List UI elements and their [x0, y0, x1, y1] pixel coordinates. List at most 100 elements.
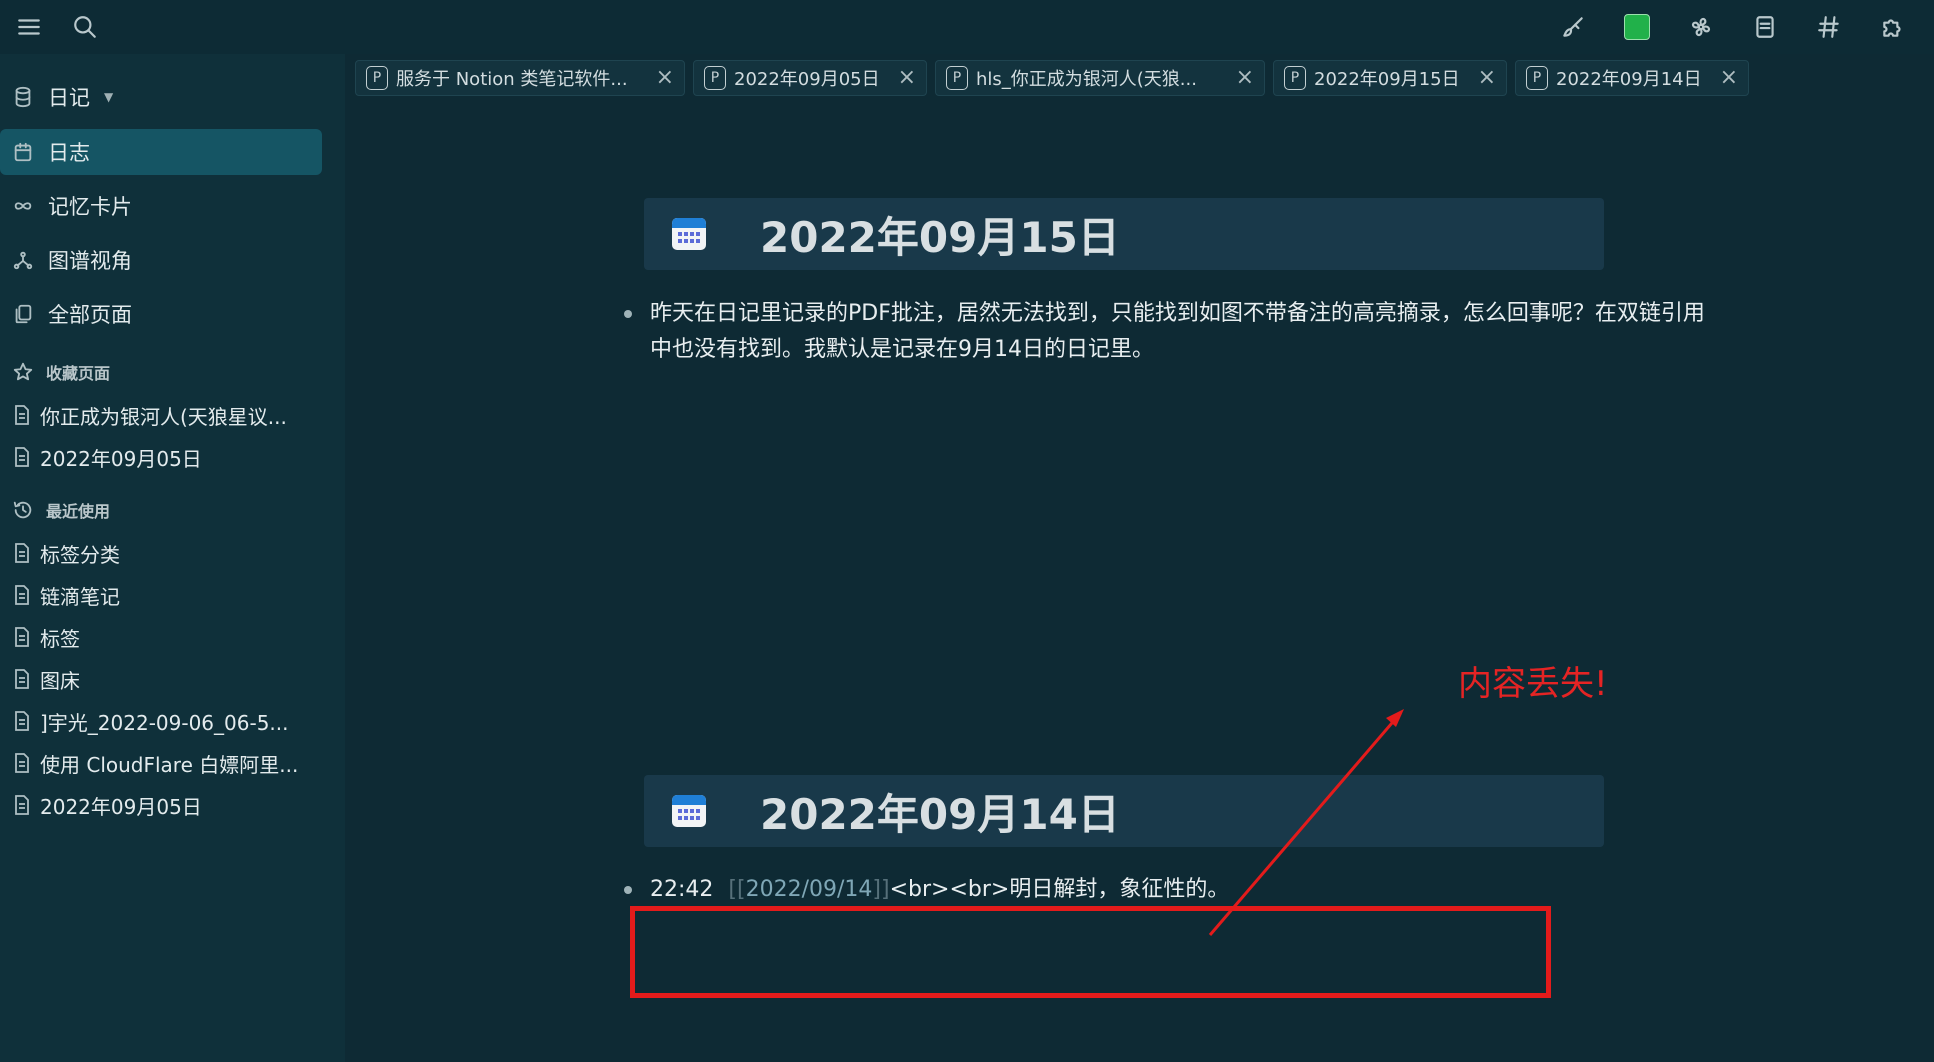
recent-item[interactable]: 链滴笔记 — [14, 578, 314, 612]
tab-label: 2022年09月14日 — [1556, 69, 1702, 90]
note-icon[interactable] — [1748, 10, 1782, 44]
chevron-down-icon: ▼ — [104, 90, 114, 104]
block-line: 昨天在日记里记录的PDF批注，居然无法找到，只能找到如图不带备注的高亮摘录，怎么… — [650, 301, 1705, 326]
recent-item[interactable]: 图床 — [14, 662, 314, 696]
bullet-icon[interactable] — [624, 886, 632, 894]
page-badge: P — [1526, 66, 1548, 90]
favorite-item[interactable]: 你正成为银河人(天狼星议... — [14, 398, 314, 432]
page-badge: P — [1284, 66, 1306, 90]
graph-name: 日记 — [48, 86, 90, 110]
fan-icon[interactable] — [1684, 10, 1718, 44]
calendar-emoji-icon — [672, 795, 706, 827]
star-icon — [13, 362, 33, 381]
sidebar-item-flashcards[interactable]: 记忆卡片 — [0, 183, 322, 229]
page-icon — [15, 405, 29, 425]
page-reference-link[interactable]: 2022/09/14 — [746, 877, 873, 902]
journal-block[interactable]: 昨天在日记里记录的PDF批注，居然无法找到，只能找到如图不带备注的高亮摘录，怎么… — [624, 296, 1705, 368]
recent-label: 标签分类 — [40, 542, 120, 567]
favorites-title: 收藏页面 — [46, 364, 111, 383]
close-icon[interactable]: × — [656, 67, 674, 89]
sidebar-item-graph-view[interactable]: 图谱视角 — [0, 237, 322, 283]
tab-hls-galactic[interactable]: P hls_你正成为银河人(天狼... × — [935, 60, 1265, 96]
tab-2022-09-14[interactable]: P 2022年09月14日 × — [1515, 60, 1749, 96]
sidebar-item-label: 日志 — [48, 141, 90, 165]
close-icon[interactable]: × — [1236, 67, 1254, 89]
sidebar-item-label: 全部页面 — [48, 303, 132, 327]
calendar-emoji-icon — [672, 218, 706, 250]
brush-icon[interactable] — [1556, 10, 1590, 44]
pages-icon — [15, 304, 32, 324]
recent-title: 最近使用 — [46, 502, 111, 521]
tab-label: 2022年09月05日 — [734, 69, 880, 90]
page-icon — [15, 447, 29, 467]
sidebar: 日记 ▼ 日志 记忆卡片 图谱视角 全部页面 收藏页面 你正成为银河人(天狼星议… — [0, 54, 345, 1062]
sidebar-item-label: 记忆卡片 — [48, 195, 132, 219]
journal-header[interactable]: 2022年09月14日 — [644, 775, 1604, 847]
green-square-icon[interactable] — [1620, 10, 1654, 44]
page-icon — [15, 795, 29, 815]
tab-label: hls_你正成为银河人(天狼... — [976, 69, 1197, 90]
bullet-icon[interactable] — [624, 310, 632, 318]
page-icon — [15, 669, 29, 689]
page-badge: P — [366, 66, 388, 90]
recent-label: ]宇光_2022-09-06_06-5... — [40, 710, 289, 735]
search-icon[interactable] — [68, 10, 102, 44]
recent-label: 使用 CloudFlare 白嫖阿里... — [40, 752, 299, 777]
infinity-icon — [14, 202, 32, 210]
annotation-label: 内容丢失! — [1458, 664, 1608, 704]
recent-label: 链滴笔记 — [40, 584, 120, 609]
recent-item[interactable]: 使用 CloudFlare 白嫖阿里... — [14, 746, 314, 780]
tab-notion-service[interactable]: P 服务于 Notion 类笔记软件... × — [355, 60, 685, 96]
link-bracket-close: ]] — [872, 877, 890, 902]
sidebar-item-label: 图谱视角 — [48, 249, 132, 273]
database-icon — [15, 86, 31, 108]
graph-selector[interactable]: 日记 ▼ — [0, 74, 322, 120]
close-icon[interactable]: × — [1478, 67, 1496, 89]
recent-item[interactable]: 标签分类 — [14, 536, 314, 570]
favorite-item[interactable]: 2022年09月05日 — [14, 440, 314, 474]
tab-label: 2022年09月15日 — [1314, 69, 1460, 90]
tab-label: 服务于 Notion 类笔记软件... — [396, 69, 628, 90]
tab-2022-09-05[interactable]: P 2022年09月05日 × — [693, 60, 927, 96]
journal-header[interactable]: 2022年09月15日 — [644, 198, 1604, 270]
recent-item[interactable]: 2022年09月05日 — [14, 788, 314, 822]
block-text: <br><br>明日解封，象征性的。 — [889, 877, 1230, 902]
page-badge: P — [704, 66, 726, 90]
link-bracket-open: [[ — [728, 877, 746, 902]
calendar-icon — [14, 142, 32, 162]
tab-2022-09-15[interactable]: P 2022年09月15日 × — [1273, 60, 1507, 96]
favorite-label: 你正成为银河人(天狼星议... — [40, 404, 287, 429]
recent-item[interactable]: 标签 — [14, 620, 314, 654]
page-icon — [15, 753, 29, 773]
tab-bar: P 服务于 Notion 类笔记软件... × P 2022年09月05日 × … — [355, 60, 1749, 96]
block-content[interactable]: 昨天在日记里记录的PDF批注，居然无法找到，只能找到如图不带备注的高亮摘录，怎么… — [650, 296, 1705, 368]
history-icon — [13, 501, 32, 519]
journal-title[interactable]: 2022年09月14日 — [760, 781, 1120, 842]
recent-label: 标签 — [40, 626, 80, 651]
page-icon — [15, 585, 29, 605]
close-icon[interactable]: × — [1720, 67, 1738, 89]
hashtag-icon[interactable] — [1812, 10, 1846, 44]
page-badge: P — [946, 66, 968, 90]
page-icon — [15, 627, 29, 647]
journal-block[interactable]: 22:42 [[2022/09/14]]<br><br>明日解封，象征性的。 — [624, 872, 1229, 908]
block-time: 22:42 — [650, 877, 714, 902]
close-icon[interactable]: × — [898, 67, 916, 89]
page-icon — [15, 711, 29, 731]
block-content[interactable]: 22:42 [[2022/09/14]]<br><br>明日解封，象征性的。 — [650, 872, 1229, 908]
block-line: 中也没有找到。我默认是记录在9月14日的日记里。 — [650, 337, 1154, 362]
recent-label: 图床 — [40, 668, 80, 693]
sidebar-item-journals[interactable]: 日志 — [0, 129, 322, 175]
recent-label: 2022年09月05日 — [40, 794, 202, 819]
recent-header[interactable]: 最近使用 — [12, 498, 110, 522]
top-bar — [0, 0, 1934, 54]
hamburger-menu-icon[interactable] — [12, 10, 46, 44]
annotation-highlight-box — [630, 906, 1551, 998]
recent-item[interactable]: ]宇光_2022-09-06_06-5... — [14, 704, 314, 738]
sidebar-item-all-pages[interactable]: 全部页面 — [0, 291, 322, 337]
journal-title[interactable]: 2022年09月15日 — [760, 204, 1120, 265]
favorites-header[interactable]: 收藏页面 — [12, 360, 110, 384]
favorite-label: 2022年09月05日 — [40, 446, 202, 471]
graph-icon — [13, 251, 33, 270]
puzzle-icon[interactable] — [1876, 10, 1910, 44]
